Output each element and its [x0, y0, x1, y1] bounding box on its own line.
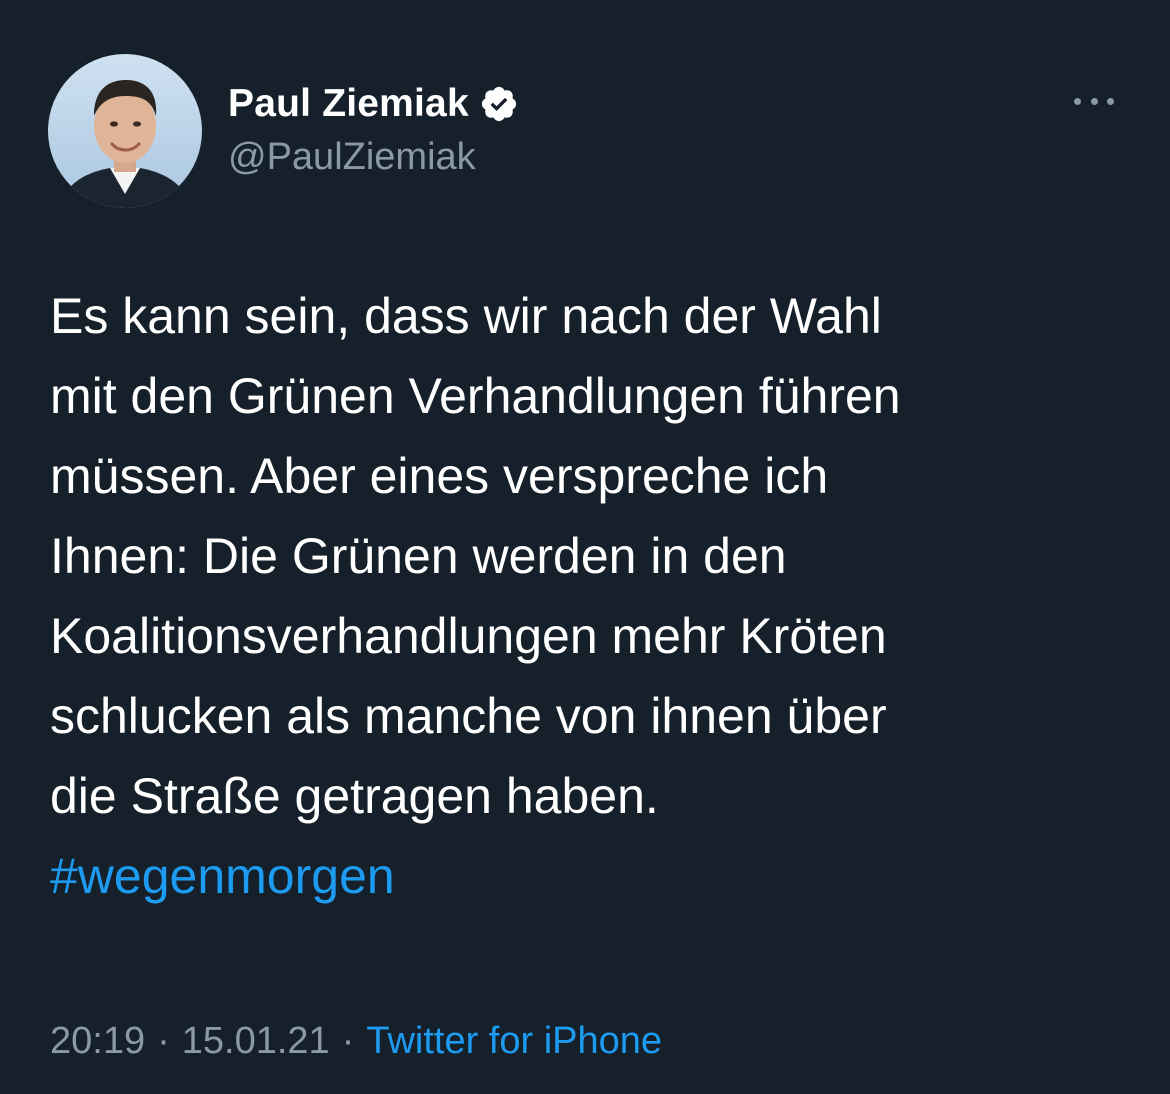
tweet-text-line: Koalitionsverhandlungen mehr Kröten — [50, 608, 887, 664]
more-options-button[interactable] — [1068, 86, 1120, 116]
tweet-date[interactable]: 15.01.21 — [182, 1020, 330, 1063]
tweet-text-line: schlucken als manche von ihnen über — [50, 688, 887, 744]
more-options-icon — [1090, 97, 1098, 105]
meta-separator: · — [157, 1020, 170, 1062]
tweet-text-line: müssen. Aber eines verspreche ich — [50, 448, 829, 504]
tweet-text-line: mit den Grünen Verhandlungen führen — [50, 368, 901, 424]
tweet-time[interactable]: 20:19 — [50, 1020, 145, 1063]
avatar[interactable] — [48, 54, 202, 208]
author-name-row: Paul Ziemiak — [228, 80, 519, 128]
tweet-text-line: Es kann sein, dass wir nach der Wahl — [50, 288, 882, 344]
author-handle[interactable]: @PaulZiemiak — [228, 136, 476, 179]
tweet-text: Es kann sein, dass wir nach der Wahl mit… — [50, 276, 1140, 916]
avatar-image — [48, 54, 202, 208]
tweet-card: Paul Ziemiak @PaulZiemiak Es kann sein, … — [0, 0, 1170, 1094]
author-name[interactable]: Paul Ziemiak — [228, 82, 469, 126]
hashtag-link[interactable]: #wegenmorgen — [50, 836, 1140, 916]
tweet-meta: 20:19 · 15.01.21 · Twitter for iPhone — [50, 1020, 662, 1063]
meta-separator: · — [341, 1020, 355, 1062]
tweet-text-line: die Straße getragen haben. — [50, 768, 659, 824]
tweet-text-line: Ihnen: Die Grünen werden in den — [50, 528, 787, 584]
more-options-icon — [1074, 97, 1081, 105]
verified-badge-icon — [479, 84, 519, 124]
more-options-icon — [1107, 97, 1114, 105]
source-link[interactable]: Twitter for iPhone — [366, 1020, 662, 1063]
